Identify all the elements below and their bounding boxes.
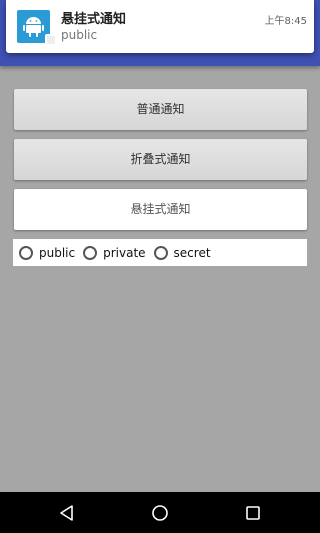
radio-private[interactable]: private xyxy=(83,245,146,260)
android-icon xyxy=(17,10,57,46)
radio-circle-icon[interactable] xyxy=(19,245,33,260)
system-navigation-bar xyxy=(0,492,320,533)
recents-icon[interactable] xyxy=(243,503,263,523)
back-icon[interactable] xyxy=(57,503,77,523)
heads-up-notification-button[interactable]: 悬挂式通知 xyxy=(14,189,307,230)
radio-circle-icon[interactable] xyxy=(83,245,98,260)
radio-label: public xyxy=(39,245,76,260)
visibility-radio-group: public private secret xyxy=(13,239,307,266)
radio-label: secret xyxy=(173,245,211,260)
notification-title: 悬挂式通知 xyxy=(61,12,127,27)
notification-badge-icon xyxy=(45,34,57,46)
radio-public[interactable]: public xyxy=(19,245,76,260)
notification-text: public xyxy=(61,28,98,42)
radio-circle-icon[interactable] xyxy=(153,245,168,260)
radio-label: private xyxy=(103,245,146,260)
normal-notification-button[interactable]: 普通通知 xyxy=(14,89,307,130)
folding-notification-button[interactable]: 折叠式通知 xyxy=(14,139,307,180)
home-icon[interactable] xyxy=(150,503,170,523)
heads-up-notification[interactable]: 悬挂式通知 public 上午8:45 xyxy=(6,0,314,53)
radio-secret[interactable]: secret xyxy=(153,245,211,260)
notification-time: 上午8:45 xyxy=(264,16,307,27)
